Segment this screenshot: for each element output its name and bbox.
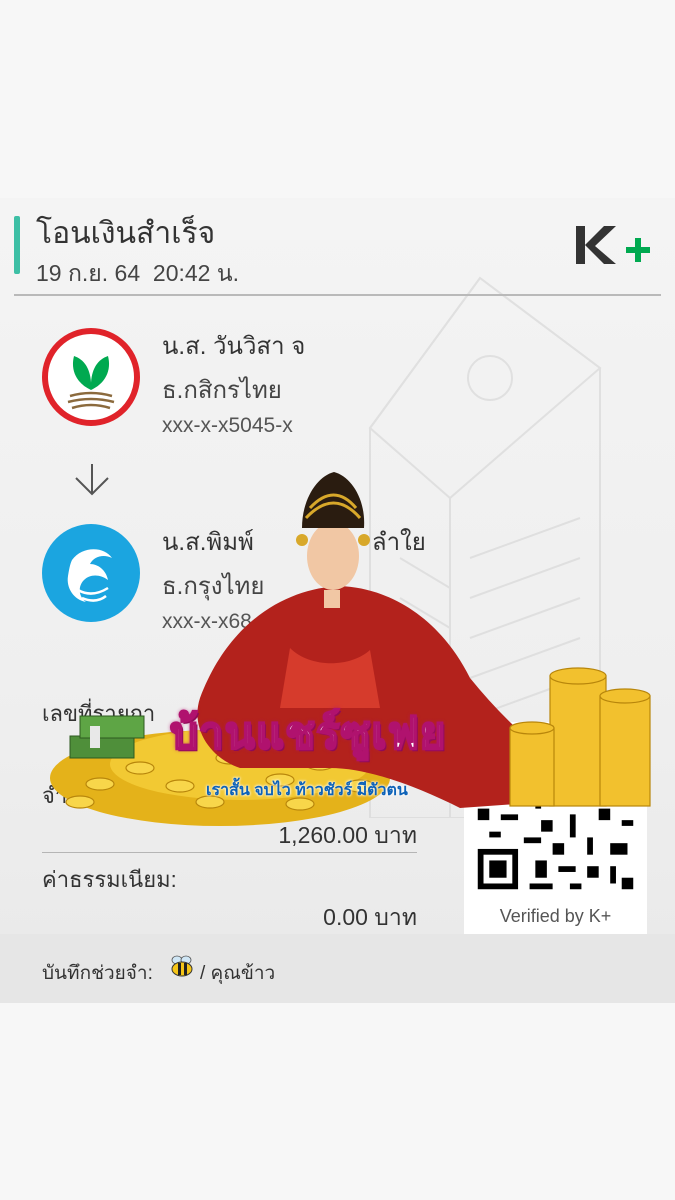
cash-stack — [69, 715, 145, 759]
fee-label: ค่าธรรมเนียม: — [42, 867, 177, 892]
verified-label: Verified by K+ — [499, 906, 612, 926]
transfer-datetime: 19 ก.ย. 64 20:42 น. — [36, 256, 239, 292]
sticker-title: บ้านแชร์ซูเฟย — [169, 708, 447, 759]
accent-bar — [14, 216, 20, 274]
sticker-subtitle: เราสั้น จบไว ท้าวชัวร์ มีตัวตน — [206, 782, 408, 799]
sender-name: น.ส. วันวิสา จ — [162, 333, 306, 360]
memo-label: บันทึกช่วยจำ: — [42, 963, 153, 984]
header-divider — [14, 294, 661, 296]
figure-face — [307, 522, 359, 590]
memo-bar: บันทึกช่วยจำ: / คุณข้าว — [0, 934, 675, 1003]
kbank-leaf-icon — [67, 356, 115, 410]
coin-tower — [509, 667, 651, 807]
transfer-time: 20:42 น. — [152, 260, 239, 286]
bee-icon — [171, 955, 193, 977]
page-title: โอนเงินสำเร็จ — [36, 217, 216, 250]
amount-divider — [42, 852, 417, 853]
transfer-date: 19 ก.ย. 64 — [36, 260, 141, 286]
fee-value: 0.00 บาท — [323, 904, 417, 930]
kplus-logo — [576, 226, 650, 264]
kbank-logo — [42, 328, 140, 426]
sender-bank: ธ.กสิกรไทย — [162, 377, 282, 404]
memo-text: / คุณข้าว — [200, 963, 276, 984]
sender-account: xxx-x-x5045-x — [162, 414, 293, 437]
